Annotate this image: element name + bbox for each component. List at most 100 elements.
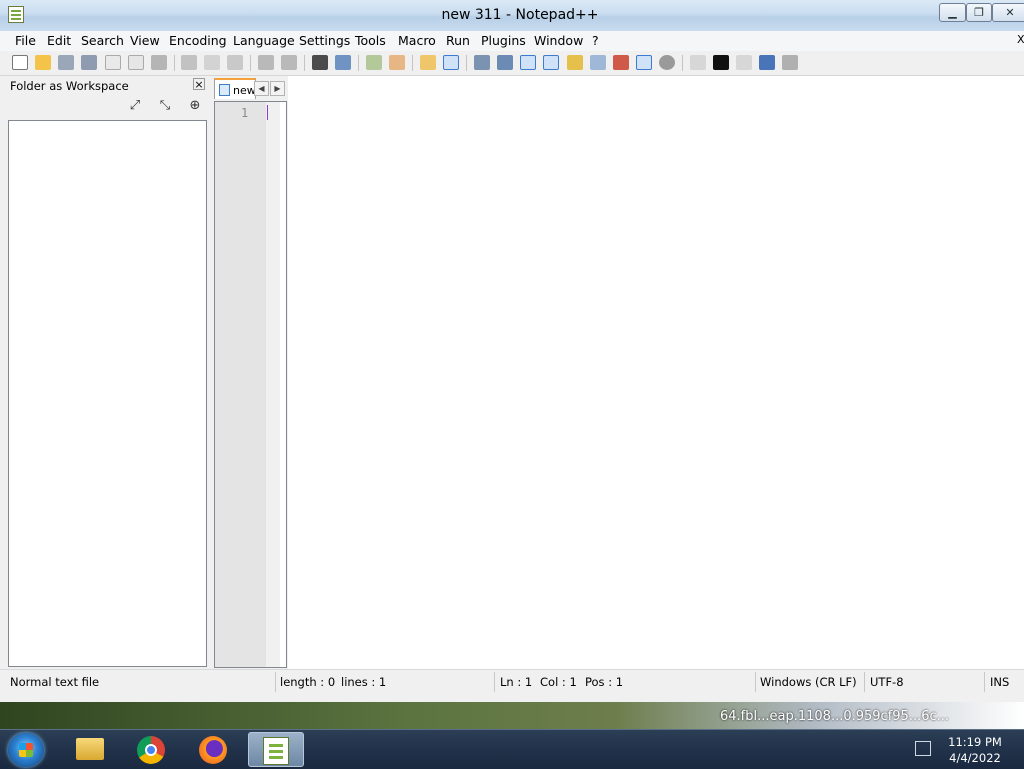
taskbar-notepadpp[interactable] (248, 732, 304, 767)
copy-icon[interactable] (204, 55, 220, 70)
desktop-partial-text: 64.fbl...eap.1108...0.959cf95...6c... (720, 709, 950, 724)
status-ln: Ln : 1 (500, 675, 533, 689)
taskbar-chrome[interactable] (124, 732, 180, 767)
panel-close-icon[interactable]: × (193, 78, 205, 90)
editor-blank-area (288, 76, 1024, 669)
status-bar: Normal text file length : 0 lines : 1 Ln… (0, 669, 1024, 695)
sync-vertical-icon[interactable] (420, 55, 436, 70)
save-icon[interactable] (58, 55, 74, 70)
folder-as-workspace-panel: Folder as Workspace × ⤢ ⤡ ⊕ (7, 76, 208, 668)
menu-run[interactable]: Run (446, 33, 470, 48)
word-wrap-icon[interactable] (474, 55, 490, 70)
taskbar-firefox[interactable] (186, 732, 242, 767)
new-file-icon[interactable] (12, 55, 28, 70)
start-button[interactable] (8, 733, 44, 767)
find-icon[interactable] (312, 55, 328, 70)
menu-bar: File Edit Search View Encoding Language … (0, 31, 1024, 51)
title-bar[interactable]: new 311 - Notepad++ ▁ ❐ ✕ (0, 0, 1024, 31)
save-all-icon[interactable] (81, 55, 97, 70)
zoom-out-icon[interactable] (389, 55, 405, 70)
show-all-characters-icon[interactable] (497, 55, 513, 70)
tab-new[interactable]: new (214, 78, 256, 99)
status-eol: Windows (CR LF) (760, 675, 857, 689)
chrome-icon (137, 736, 165, 764)
status-pos: Pos : 1 (585, 675, 624, 689)
document-map-icon[interactable] (567, 55, 583, 70)
sync-horizontal-icon[interactable] (443, 55, 459, 70)
cut-icon[interactable] (181, 55, 197, 70)
menu-plugins[interactable]: Plugins (481, 33, 526, 48)
stop-recording-icon[interactable] (713, 55, 729, 70)
document-tabs: new ◀ ▶ (214, 78, 286, 100)
user-defined-language-icon[interactable] (543, 55, 559, 70)
undo-icon[interactable] (258, 55, 274, 70)
panel-toolbar: ⤢ ⤡ ⊕ (7, 95, 208, 120)
notepadpp-window: new 311 - Notepad++ ▁ ❐ ✕ File Edit Sear… (0, 0, 1024, 703)
taskbar: 11:19 PM 4/4/2022 (0, 729, 1024, 769)
menu-file[interactable]: File (15, 33, 36, 48)
taskbar-file-explorer[interactable] (62, 732, 118, 767)
clock-date[interactable]: 4/4/2022 (940, 751, 1010, 765)
menu-search[interactable]: Search (81, 33, 124, 48)
close-button[interactable]: ✕ (992, 3, 1024, 22)
line-number-gutter: 1 (215, 102, 266, 667)
menu-tools[interactable]: Tools (355, 33, 386, 48)
maximize-button[interactable]: ❐ (966, 3, 992, 22)
menu-language[interactable]: Language (233, 33, 295, 48)
status-lines: lines : 1 (341, 675, 387, 689)
status-col: Col : 1 (540, 675, 577, 689)
zoom-in-icon[interactable] (366, 55, 382, 70)
line-number: 1 (241, 106, 249, 120)
close-all-icon[interactable] (128, 55, 144, 70)
editor-area[interactable]: 1 (214, 101, 287, 668)
print-icon[interactable] (151, 55, 167, 70)
locate-current-file-icon[interactable]: ⊕ (187, 98, 203, 114)
menu-macro[interactable]: Macro (398, 33, 436, 48)
fold-margin (266, 102, 280, 667)
menu-encoding[interactable]: Encoding (169, 33, 227, 48)
collapse-all-icon[interactable]: ⤡ (157, 98, 173, 114)
status-length: length : 0 (280, 675, 336, 689)
tab-scroll-left-icon[interactable]: ◀ (254, 81, 269, 96)
monitoring-eye-icon[interactable] (659, 55, 675, 70)
firefox-icon (199, 736, 227, 764)
notepadpp-icon (263, 737, 289, 765)
desktop-background: 64.fbl...eap.1108...0.959cf95...6c... (0, 702, 1024, 729)
record-macro-icon[interactable] (690, 55, 706, 70)
folder-tree[interactable] (8, 120, 207, 667)
status-file-type: Normal text file (10, 675, 100, 689)
replace-icon[interactable] (335, 55, 351, 70)
playback-macro-icon[interactable] (736, 55, 752, 70)
expand-all-icon[interactable]: ⤢ (127, 98, 143, 114)
run-macro-multiple-icon[interactable] (759, 55, 775, 70)
windows-logo-icon (19, 743, 33, 757)
document-icon (219, 84, 230, 96)
status-encoding: UTF-8 (870, 675, 904, 689)
panel-title: Folder as Workspace (10, 79, 129, 93)
folder-icon (76, 738, 104, 760)
folder-as-workspace-icon[interactable] (613, 55, 629, 70)
save-macro-icon[interactable] (782, 55, 798, 70)
tab-scroll-right-icon[interactable]: ▶ (270, 81, 285, 96)
redo-icon[interactable] (281, 55, 297, 70)
menu-close-doc-button[interactable]: X (1017, 33, 1024, 46)
indent-guide-icon[interactable] (520, 55, 536, 70)
menu-settings[interactable]: Settings (299, 33, 350, 48)
status-insert-mode: INS (990, 675, 1010, 689)
function-list-icon[interactable] (590, 55, 606, 70)
menu-view[interactable]: View (130, 33, 160, 48)
menu-window[interactable]: Window (534, 33, 583, 48)
text-caret (267, 105, 268, 120)
minimize-button[interactable]: ▁ (939, 3, 966, 22)
window-title: new 311 - Notepad++ (441, 7, 599, 23)
monitoring-icon[interactable] (636, 55, 652, 70)
open-file-icon[interactable] (35, 55, 51, 70)
close-file-icon[interactable] (105, 55, 121, 70)
paste-icon[interactable] (227, 55, 243, 70)
toolbar (0, 51, 1024, 76)
menu-edit[interactable]: Edit (47, 33, 71, 48)
menu-help[interactable]: ? (592, 33, 599, 48)
tab-label: new (233, 84, 256, 97)
network-icon[interactable] (915, 741, 931, 756)
clock-time[interactable]: 11:19 PM (940, 735, 1010, 749)
